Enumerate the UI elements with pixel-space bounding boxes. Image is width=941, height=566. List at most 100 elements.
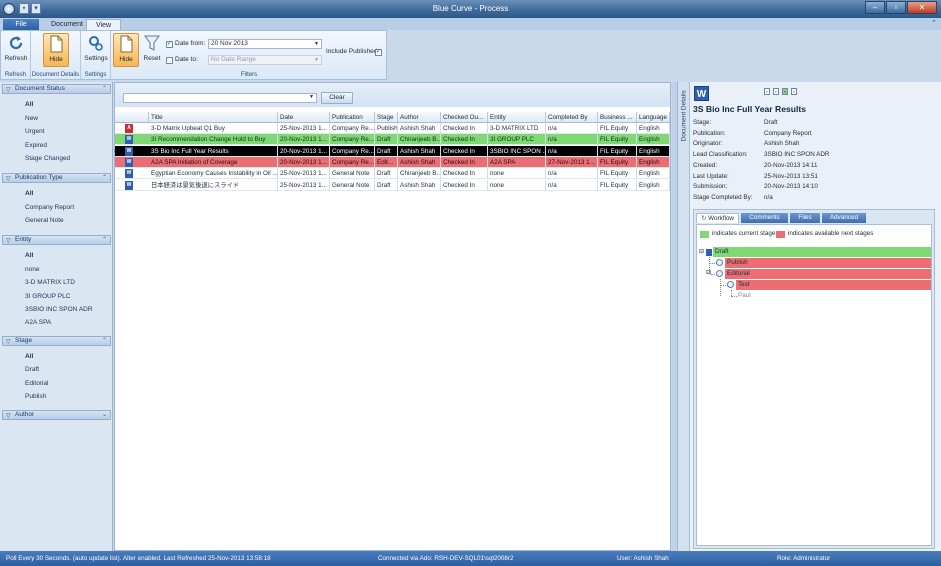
table-row[interactable]: W A2A SPA Initiation of Coverage 20-Nov-20…: [115, 156, 670, 168]
document-details-panel: Document Details W ▪ ▪ ▪ ▪ 3S Bio Inc Fu…: [677, 82, 941, 551]
column-header[interactable]: Publication: [330, 112, 375, 123]
filter-panel: ▽ Document Status ⌃ All New Urgent Expired…: [0, 82, 113, 551]
filter-publication-general-note[interactable]: General Note: [25, 217, 64, 224]
settings-button[interactable]: Settings: [83, 33, 109, 67]
column-header[interactable]: Author: [398, 112, 441, 123]
grid-filter-select[interactable]: ▼: [123, 93, 317, 103]
section-publication-type[interactable]: ▽ Publication Type ⌃: [2, 173, 111, 183]
property-label: Stage Completed By:: [693, 193, 753, 201]
document-title: 3S Bio Inc Full Year Results: [693, 104, 807, 114]
tab-comments[interactable]: Comments: [741, 213, 788, 223]
table-cell: Checked In: [441, 168, 488, 180]
table-cell: FIL Equity: [598, 134, 637, 146]
column-header[interactable]: Business ...: [598, 112, 637, 123]
collapse-icon[interactable]: ⌃: [102, 174, 107, 182]
table-cell: Draft: [375, 179, 398, 191]
tab-workflow[interactable]: ↻ Workflow: [696, 213, 739, 223]
document-details-group: Hide Document Details: [31, 31, 81, 79]
date-to-select[interactable]: No Date Range ▼: [208, 55, 322, 65]
filter-stage-draft[interactable]: Draft: [25, 366, 39, 373]
filter-entity-all[interactable]: All: [25, 252, 33, 259]
filter-status-new[interactable]: New: [25, 115, 38, 122]
document-icon: [706, 249, 712, 256]
export-icon[interactable]: ▪: [773, 88, 779, 95]
workflow-node-publish[interactable]: Publish: [725, 258, 931, 268]
collapse-icon[interactable]: ⌃: [102, 337, 107, 345]
date-to-checkbox[interactable]: [166, 57, 173, 64]
filter-stage-all[interactable]: All: [25, 353, 33, 360]
tab-file[interactable]: File: [3, 19, 39, 30]
collapse-icon[interactable]: ⌃: [102, 85, 107, 93]
column-header[interactable]: Completed By: [546, 112, 598, 123]
table-cell: 20-Nov-2013 1...: [278, 156, 330, 168]
hide-details-button[interactable]: Hide: [43, 33, 69, 67]
column-header[interactable]: Checked Ou...: [441, 112, 488, 123]
filter-status-expired[interactable]: Expired: [25, 142, 47, 149]
tab-files[interactable]: Files: [790, 213, 820, 223]
tree-collapse-icon[interactable]: ⊟: [699, 248, 704, 255]
column-header[interactable]: Language: [637, 112, 670, 123]
filter-stage-publish[interactable]: Publish: [25, 393, 46, 400]
filter-status-urgent[interactable]: Urgent: [25, 128, 45, 135]
tab-document[interactable]: Document: [42, 19, 92, 30]
column-header[interactable]: Stage: [375, 112, 398, 123]
date-from-select[interactable]: 20 Nov 2013 ▼: [208, 39, 322, 49]
print-icon[interactable]: ▪: [764, 88, 770, 95]
clear-button[interactable]: Clear: [321, 92, 353, 104]
funnel-icon: ▽: [6, 176, 11, 182]
column-header[interactable]: Title: [149, 112, 278, 123]
ribbon-collapse-icon[interactable]: ⌃: [931, 19, 937, 27]
filter-entity-3i-group[interactable]: 3I GROUP PLC: [25, 293, 70, 300]
table-row[interactable]: W 日本経済は景気後退にスライド 25-Nov-2013 1... General N…: [115, 179, 670, 191]
filter-entity-3d-matrix[interactable]: 3-D MATRIX LTD: [25, 279, 75, 286]
workflow-stage-icon: [716, 270, 723, 277]
workflow-node-paul[interactable]: Paul: [736, 291, 816, 301]
grid-header-icon: [115, 112, 149, 123]
collapse-icon[interactable]: ⌃: [102, 236, 107, 244]
filter-stage-editorial[interactable]: Editorial: [25, 380, 48, 387]
workflow-node-editorial[interactable]: Editorial: [725, 269, 931, 279]
table-cell: none: [488, 168, 546, 180]
maximize-icon[interactable]: ▫: [886, 1, 906, 14]
table-cell: Company Re...: [332, 134, 375, 146]
table-cell: Company Re...: [332, 156, 375, 168]
table-row[interactable]: W 3I Recommendation Change Hold to Buy 20-…: [115, 134, 670, 146]
section-document-status[interactable]: ▽ Document Status ⌃: [2, 84, 111, 94]
document-details-vertical-tab[interactable]: Document Details: [678, 82, 690, 551]
lock-icon[interactable]: ▪: [791, 88, 797, 95]
filter-publication-all[interactable]: All: [25, 190, 33, 197]
funnel-icon: ▽: [6, 339, 11, 345]
include-published-checkbox[interactable]: ✓: [375, 49, 382, 56]
table-row[interactable]: A 3-D Matrix Upbeat Q1 Buy 25-Nov-2013 1..…: [115, 123, 670, 134]
expand-icon[interactable]: ⌄: [102, 411, 107, 419]
table-cell: 3-D Matrix Upbeat Q1 Buy: [149, 123, 278, 134]
filter-publication-company-report[interactable]: Company Report: [25, 204, 74, 211]
filter-entity-3sbio[interactable]: 3SBIO INC SPON ADR: [25, 306, 93, 313]
filter-status-all[interactable]: All: [25, 101, 33, 108]
workflow-node-test[interactable]: Test: [736, 280, 931, 290]
table-cell: Ashish Shah: [398, 179, 441, 191]
section-stage[interactable]: ▽ Stage ⌃: [2, 336, 111, 346]
tab-view[interactable]: View: [86, 19, 122, 30]
filter-entity-none[interactable]: none: [25, 266, 39, 273]
column-header[interactable]: Date: [278, 112, 330, 123]
column-header[interactable]: Entity: [488, 112, 546, 123]
hide-filter-button[interactable]: Hide: [113, 33, 139, 67]
refresh-button[interactable]: Refresh: [3, 33, 29, 67]
filter-entity-a2a[interactable]: A2A SPA: [25, 319, 51, 326]
reset-button[interactable]: Reset: [139, 33, 165, 67]
minimize-icon[interactable]: –: [865, 1, 885, 14]
table-cell: General Note: [330, 168, 375, 180]
filter-status-stage-changed[interactable]: Stage Changed: [25, 155, 70, 162]
table-cell: 20-Nov-2013 1...: [278, 145, 330, 157]
table-row[interactable]: W Egyptian Economy Causes Instability in …: [115, 168, 670, 180]
close-icon[interactable]: ✕: [907, 1, 937, 14]
check-in-icon[interactable]: ▪: [782, 88, 788, 95]
current-stage-legend-swatch: [700, 231, 709, 238]
section-author[interactable]: ▽ Author ⌄: [2, 410, 111, 420]
workflow-node-draft[interactable]: Draft: [713, 247, 931, 257]
tab-advanced[interactable]: Advanced: [822, 213, 866, 223]
section-entity[interactable]: ▽ Entity ⌃: [2, 235, 111, 245]
date-from-checkbox[interactable]: ✓: [166, 41, 173, 48]
table-row[interactable]: › W 3S Bio Inc Full Year Results 20-Nov-201…: [114, 145, 670, 157]
